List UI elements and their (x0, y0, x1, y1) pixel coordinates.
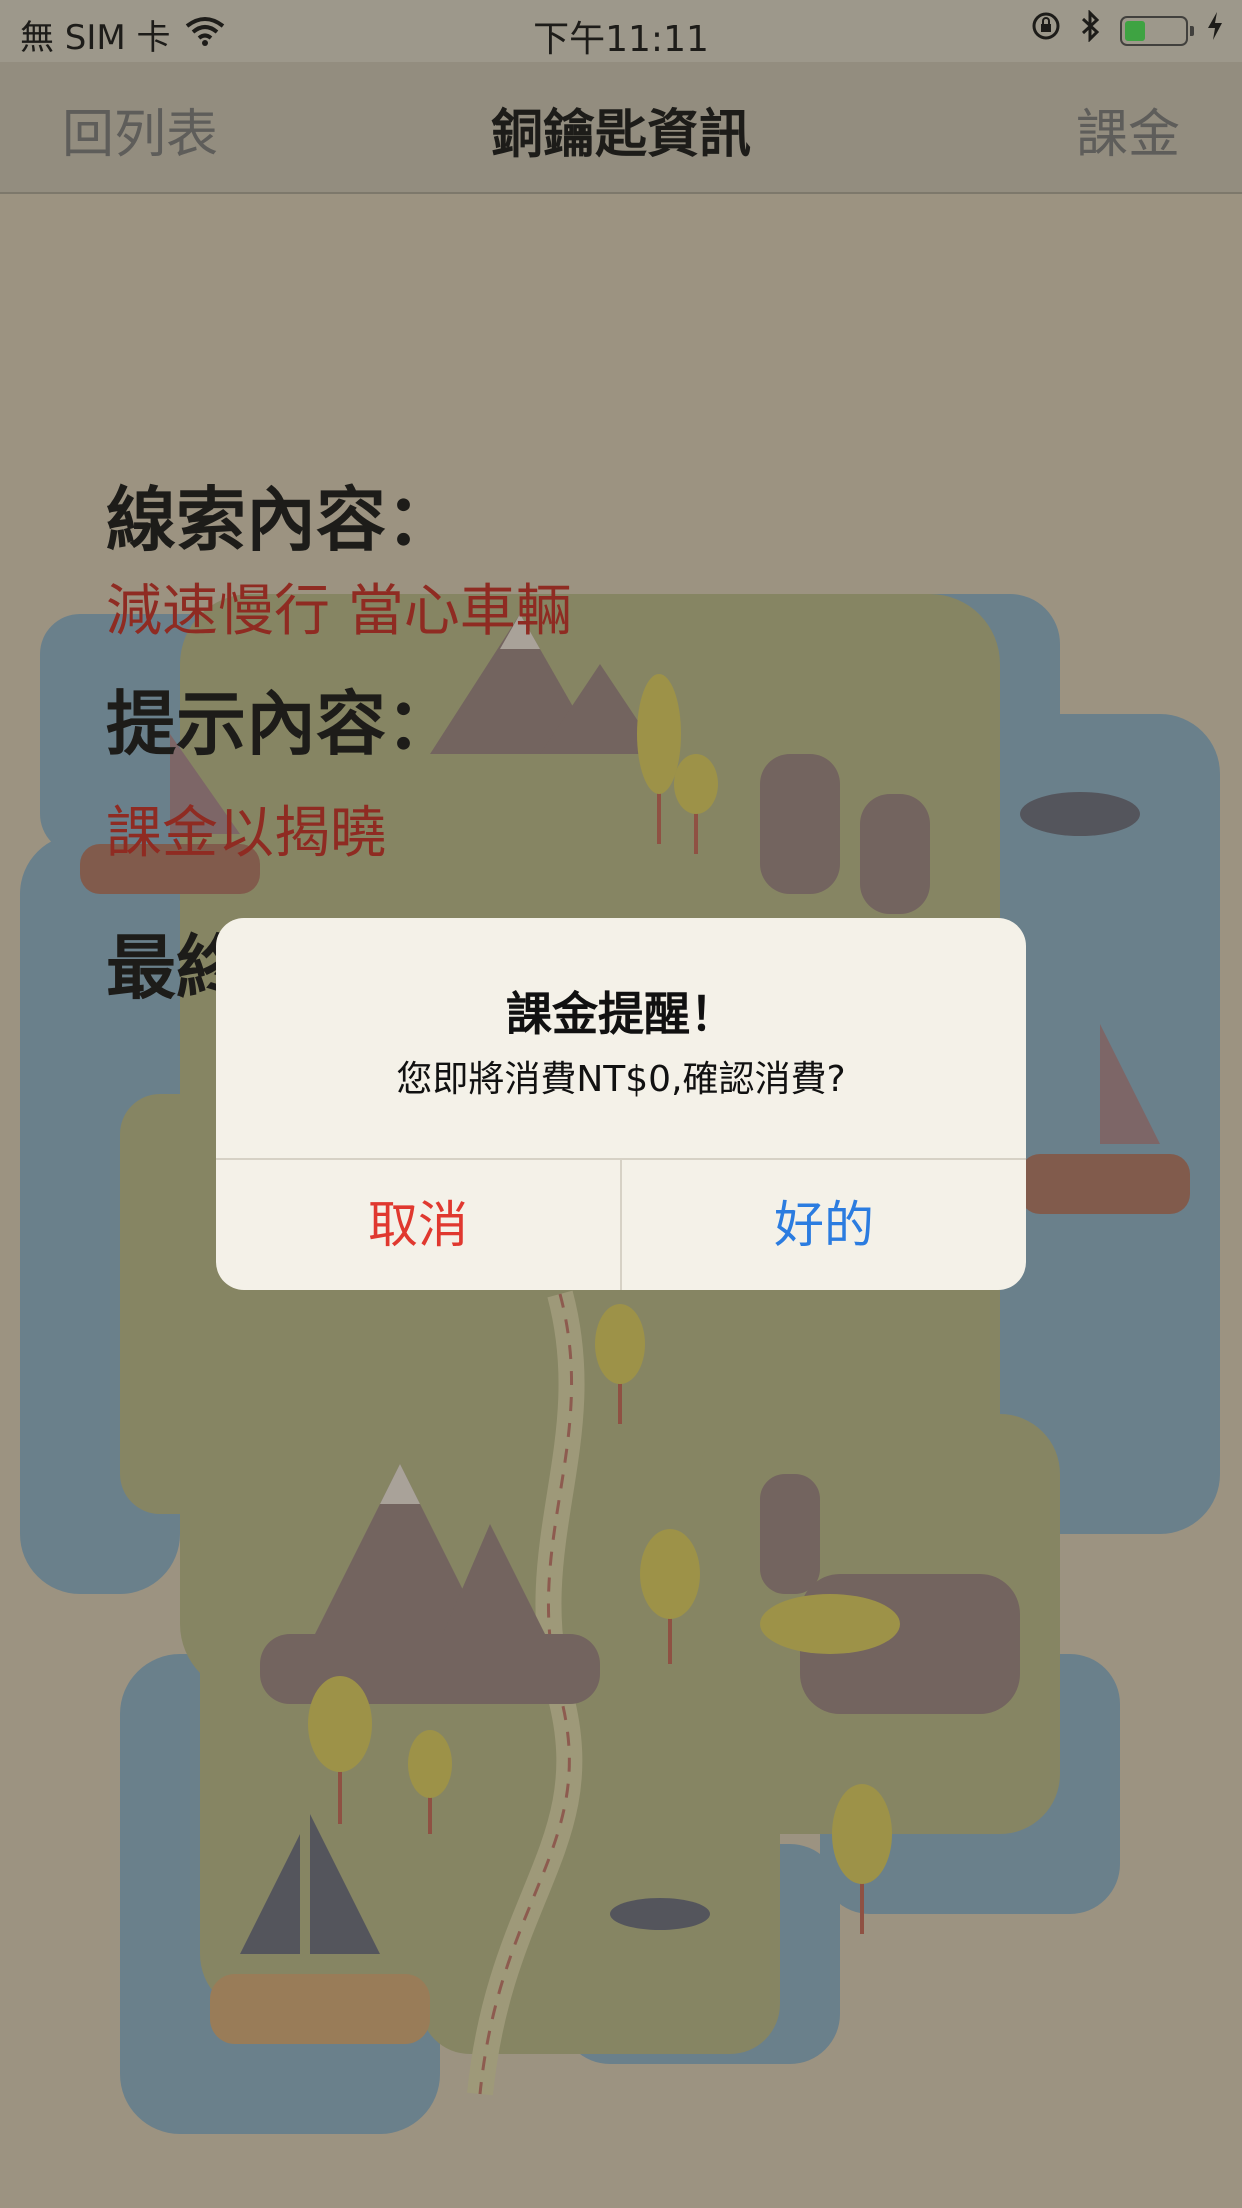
alert-message: 您即將消費NT$0,確認消費? (396, 1059, 846, 1100)
cancel-button[interactable]: 取消 (216, 1160, 620, 1290)
alert-title: 課金提醒！ (506, 987, 736, 1041)
ok-button[interactable]: 好的 (622, 1160, 1026, 1290)
payment-alert-dialog: 課金提醒！ 您即將消費NT$0,確認消費? 取消 好的 (216, 918, 1026, 1290)
